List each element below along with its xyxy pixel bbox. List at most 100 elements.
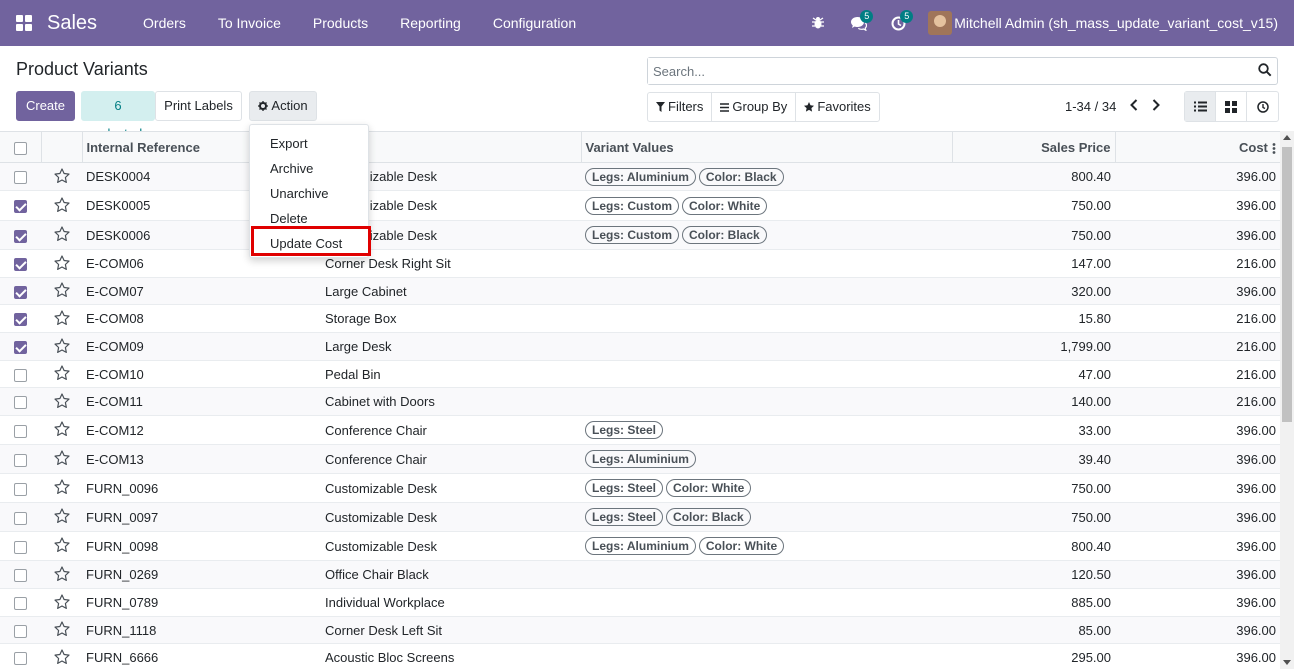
favorite-star-icon[interactable] [53, 392, 70, 411]
favorite-star-icon[interactable] [53, 648, 70, 667]
row-checkbox[interactable] [14, 569, 27, 583]
row-checkbox[interactable] [14, 424, 27, 438]
row-select-cell [0, 249, 41, 278]
action-delete[interactable]: Delete [250, 206, 368, 231]
table-row[interactable]: E-COM11 Cabinet with Doors 140.00 216.00 [0, 387, 1280, 416]
pager-next-icon[interactable] [1151, 98, 1161, 115]
table-row[interactable]: FURN_0097 Customizable Desk Legs: Steel Col… [0, 502, 1280, 532]
menu-orders[interactable]: Orders [127, 0, 202, 46]
scroll-down-icon[interactable] [1283, 660, 1291, 665]
column-sales-price[interactable]: Sales Price [952, 131, 1116, 163]
row-checkbox[interactable] [14, 313, 27, 327]
favorite-star-icon[interactable] [53, 196, 70, 215]
row-checkbox[interactable] [14, 368, 27, 382]
table-row[interactable]: FURN_0269 Office Chair Black 120.50 396.00 [0, 560, 1280, 589]
column-variant-values[interactable]: Variant Values [581, 131, 953, 163]
table-row[interactable]: E-COM06 Corner Desk Right Sit 147.00 216.00 [0, 249, 1280, 278]
table-row[interactable]: FURN_6666 Acoustic Bloc Screens 295.00 396.… [0, 643, 1280, 669]
filters-button[interactable]: Filters [648, 93, 713, 121]
favorite-star-icon[interactable] [53, 450, 70, 468]
row-checkbox[interactable] [14, 597, 27, 611]
row-checkbox[interactable] [14, 511, 27, 525]
column-cost[interactable]: Cost [1115, 131, 1280, 163]
create-button[interactable]: Create [16, 91, 75, 121]
list-view-icon[interactable] [1185, 92, 1216, 121]
favorite-star-icon[interactable] [53, 593, 70, 612]
messages-count-badge: 5 [860, 10, 874, 23]
row-checkbox[interactable] [14, 258, 27, 272]
row-checkbox[interactable] [14, 482, 27, 496]
favorite-star-icon[interactable] [53, 421, 70, 439]
action-button-label: Action [271, 98, 308, 113]
favorite-star-icon[interactable] [53, 565, 70, 584]
table-row[interactable]: DESK0004 Customizable Desk Legs: Aluminium… [0, 162, 1280, 191]
table-row[interactable]: E-COM13 Conference Chair Legs: Aluminium 39… [0, 444, 1280, 474]
select-all-checkbox[interactable] [13, 141, 27, 155]
row-checkbox[interactable] [14, 200, 27, 214]
menu-configuration[interactable]: Configuration [477, 0, 592, 46]
favorites-label: Favorites [817, 99, 871, 114]
print-labels-button[interactable]: Print Labels [155, 91, 242, 121]
list-scrollbar[interactable] [1280, 131, 1294, 669]
kanban-view-icon[interactable] [1216, 92, 1247, 121]
table-row[interactable]: E-COM10 Pedal Bin 47.00 216.00 [0, 360, 1280, 388]
favorite-star-icon[interactable] [53, 282, 70, 300]
app-grid-icon[interactable] [16, 15, 32, 31]
table-row[interactable]: DESK0005 Customizable Desk Legs: Custom Col… [0, 190, 1280, 221]
group-by-button[interactable]: Group By [712, 93, 797, 121]
action-update-cost[interactable]: Update Cost [250, 231, 368, 256]
cell-sales-price: 750.00 [952, 502, 1115, 532]
search-input[interactable] [648, 58, 1238, 84]
row-checkbox[interactable] [14, 652, 27, 666]
row-checkbox[interactable] [14, 341, 27, 355]
table-row[interactable]: E-COM07 Large Cabinet 320.00 396.00 [0, 277, 1280, 305]
favorite-star-icon[interactable] [53, 309, 70, 328]
table-row[interactable]: FURN_0789 Individual Workplace 885.00 396.0… [0, 588, 1280, 617]
action-unarchive[interactable]: Unarchive [250, 181, 368, 206]
scrollbar-thumb[interactable] [1282, 147, 1292, 422]
row-checkbox[interactable] [14, 453, 27, 467]
user-menu[interactable]: Mitchell Admin (sh_mass_update_variant_c… [918, 0, 1294, 46]
row-checkbox[interactable] [14, 540, 27, 554]
favorite-star-icon[interactable] [53, 365, 70, 383]
table-row[interactable]: E-COM12 Conference Chair Legs: Steel 33.00 3… [0, 415, 1280, 445]
action-export[interactable]: Export [250, 131, 368, 156]
pager-value[interactable]: 1-34 / 34 [1065, 99, 1116, 114]
product-variants-list: Internal Reference Variant Values Sales … [0, 131, 1280, 669]
cell-cost: 396.00 [1115, 616, 1280, 644]
favorite-star-icon[interactable] [53, 226, 70, 244]
row-checkbox[interactable] [14, 624, 27, 638]
search-icon[interactable] [1258, 63, 1272, 80]
app-brand[interactable]: Sales [47, 12, 97, 35]
activity-view-icon[interactable] [1247, 92, 1278, 121]
debug-bug-icon[interactable] [798, 0, 838, 46]
row-checkbox[interactable] [14, 229, 27, 243]
table-row[interactable]: FURN_1118 Corner Desk Left Sit 85.00 396.00 [0, 616, 1280, 644]
action-button[interactable]: Action [249, 91, 317, 121]
table-row[interactable]: DESK0006 Customizable Desk Legs: Custom Col… [0, 220, 1280, 250]
action-archive[interactable]: Archive [250, 156, 368, 181]
row-checkbox[interactable] [14, 285, 27, 299]
activities-clock-icon[interactable]: 5 [878, 0, 918, 46]
column-options-icon[interactable] [1272, 142, 1276, 154]
favorite-star-icon[interactable] [53, 508, 70, 526]
table-row[interactable]: E-COM08 Storage Box 15.80 216.00 [0, 304, 1280, 333]
menu-reporting[interactable]: Reporting [384, 0, 477, 46]
scroll-up-icon[interactable] [1283, 135, 1291, 140]
favorite-star-icon[interactable] [53, 167, 70, 186]
messages-icon[interactable]: 5 [838, 0, 878, 46]
favorite-star-icon[interactable] [53, 479, 70, 497]
row-checkbox[interactable] [14, 396, 27, 410]
table-row[interactable]: FURN_0098 Customizable Desk Legs: Aluminiu… [0, 531, 1280, 561]
menu-products[interactable]: Products [297, 0, 384, 46]
table-row[interactable]: E-COM09 Large Desk 1,799.00 216.00 [0, 332, 1280, 361]
table-row[interactable]: FURN_0096 Customizable Desk Legs: Steel Col… [0, 473, 1280, 503]
favorite-star-icon[interactable] [53, 254, 70, 273]
favorites-button[interactable]: Favorites [796, 93, 878, 121]
favorite-star-icon[interactable] [53, 337, 70, 356]
favorite-star-icon[interactable] [53, 621, 70, 639]
favorite-star-icon[interactable] [53, 537, 70, 555]
menu-to-invoice[interactable]: To Invoice [202, 0, 297, 46]
row-checkbox[interactable] [14, 171, 27, 185]
pager-previous-icon[interactable] [1129, 98, 1139, 115]
